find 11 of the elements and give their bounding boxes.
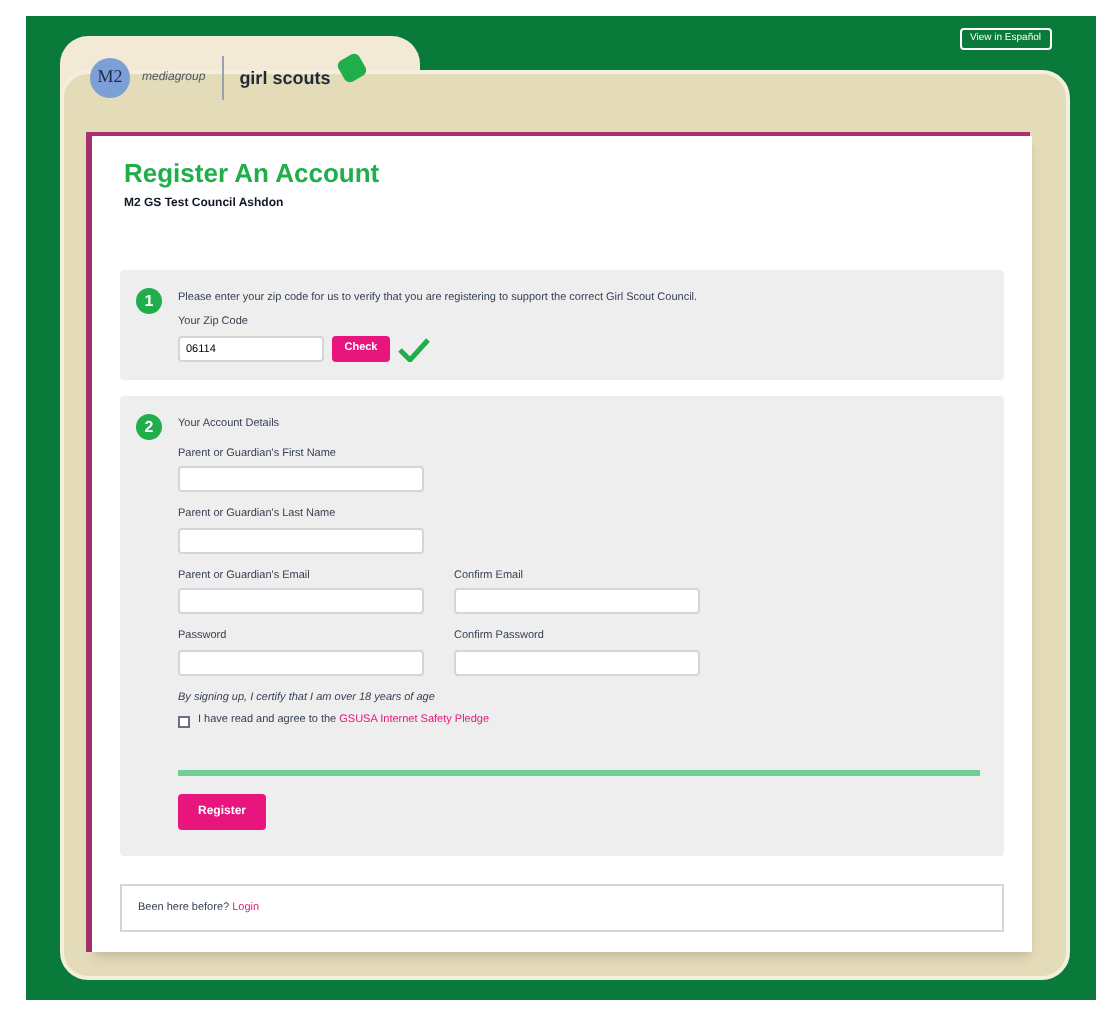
input-field[interactable] <box>178 588 424 614</box>
input-field[interactable] <box>178 466 424 492</box>
brand-logo-text: girl scouts <box>239 69 331 87</box>
step-number: 2 <box>136 414 162 440</box>
pledge-checkbox[interactable] <box>178 716 190 728</box>
input-field[interactable] <box>454 649 700 675</box>
step-number: 1 <box>136 288 162 314</box>
input-field[interactable] <box>454 588 700 614</box>
input-field[interactable] <box>178 527 424 553</box>
page-title: Register An Account <box>124 160 382 186</box>
input-field[interactable] <box>178 649 424 675</box>
